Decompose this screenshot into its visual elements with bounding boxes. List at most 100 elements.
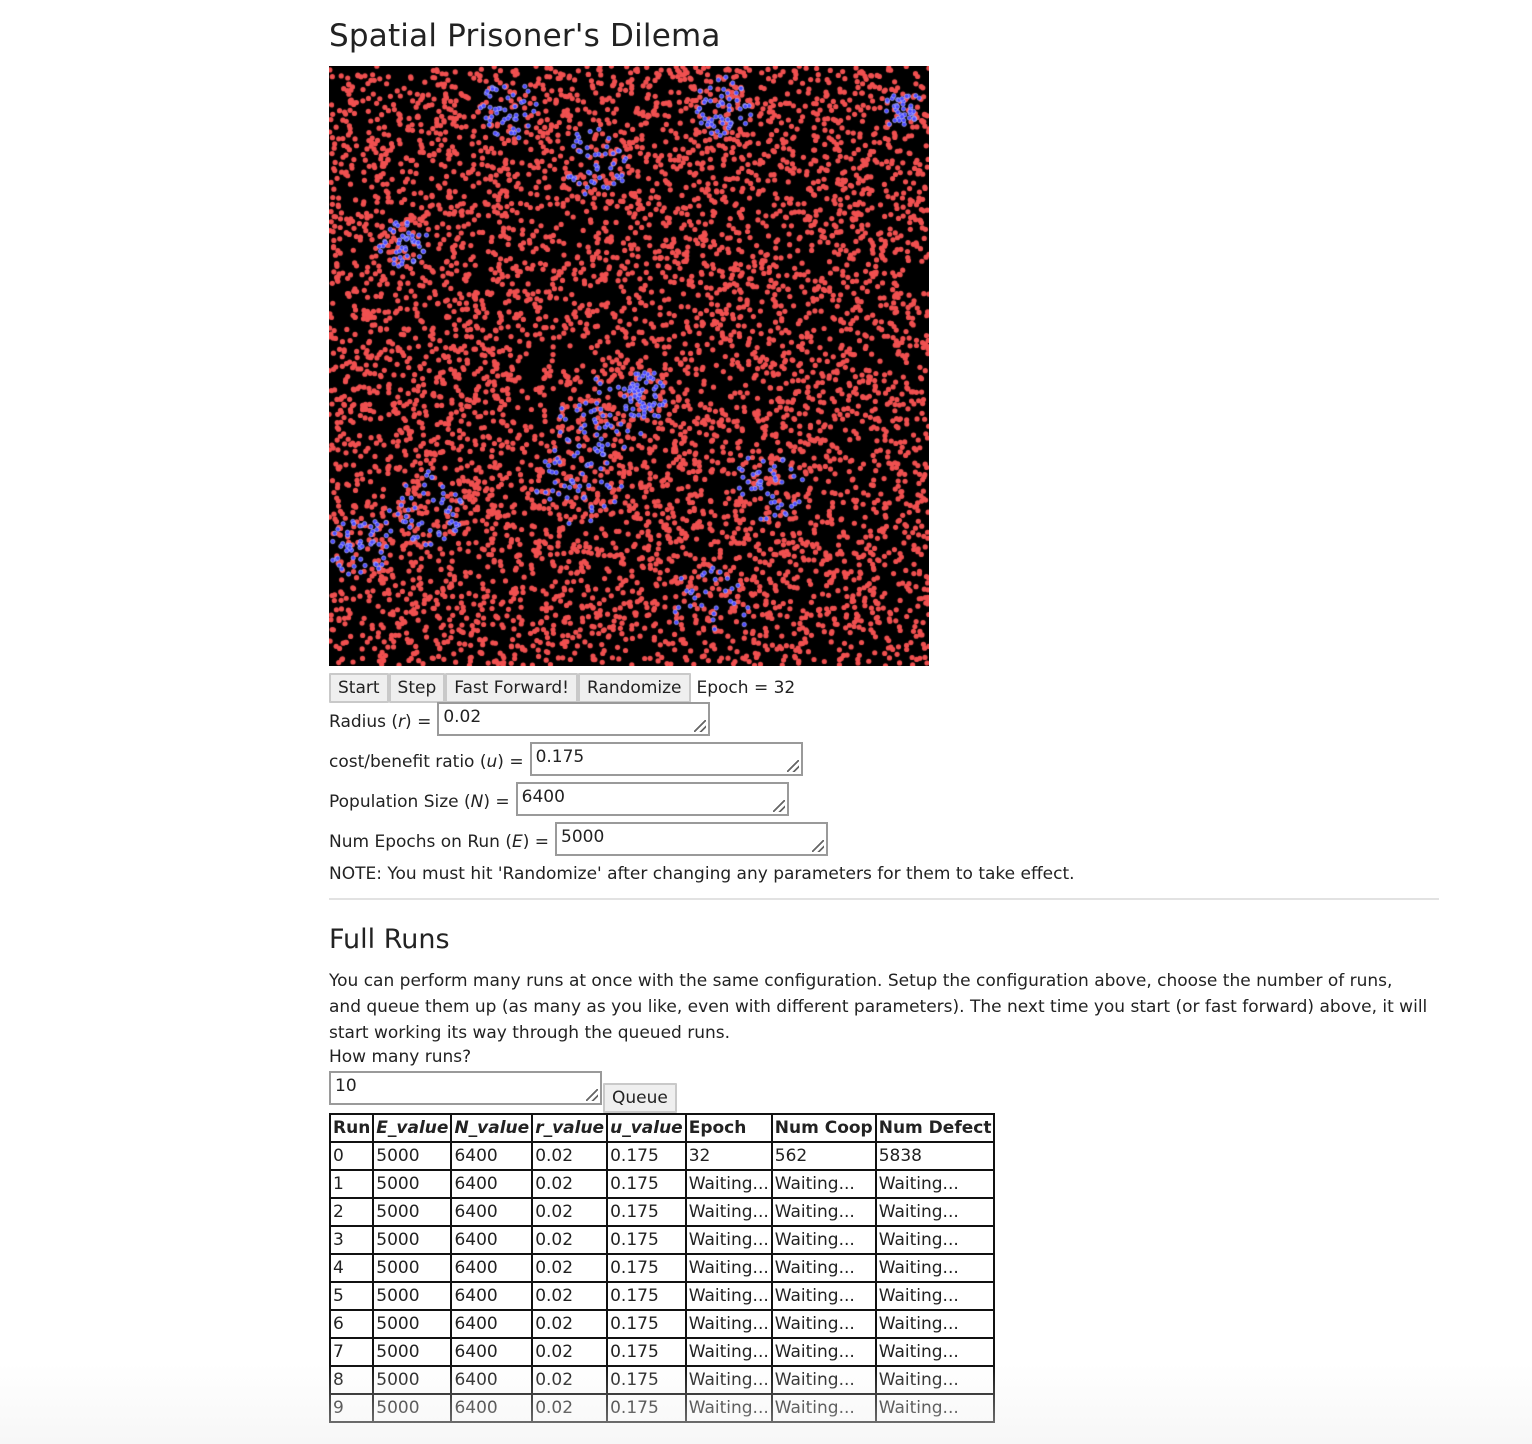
table-cell: 0.175 (606, 1337, 687, 1367)
table-row: 9 5000 6400 0.02 0.175 Waiting... Waiting... Wa… (328, 1393, 996, 1423)
col-e-value: E_value (372, 1113, 453, 1143)
section-divider (329, 898, 1439, 900)
epochs-label: Num Epochs on Run (E) = (329, 832, 550, 852)
start-button[interactable]: Start (329, 673, 389, 703)
table-cell: Waiting... (874, 1309, 996, 1339)
col-epoch: Epoch (684, 1113, 773, 1143)
table-cell: 9 (328, 1393, 375, 1423)
cost-benefit-param: cost/benefit ratio (u) = 0.175 (329, 742, 803, 776)
runs-count-input[interactable]: 10 (329, 1071, 602, 1105)
resize-grip-icon[interactable] (694, 720, 707, 732)
full-runs-heading: Full Runs (329, 924, 450, 955)
table-cell: 0.175 (606, 1281, 687, 1311)
resize-grip-icon[interactable] (812, 840, 825, 852)
runs-table: Run E_value N_value r_value u_value Epoc… (328, 1113, 996, 1423)
table-cell: 5000 (372, 1393, 453, 1423)
table-cell: Waiting... (770, 1197, 877, 1227)
table-cell: Waiting... (770, 1365, 877, 1395)
radius-input[interactable]: 0.02 (437, 702, 711, 736)
table-cell: 6400 (450, 1365, 534, 1395)
table-cell: 5 (328, 1281, 375, 1311)
cost-benefit-input[interactable]: 0.175 (529, 742, 803, 776)
table-cell: 0.175 (606, 1253, 687, 1283)
table-cell: Waiting... (684, 1337, 773, 1367)
table-cell: Waiting... (770, 1337, 877, 1367)
resize-grip-icon[interactable] (772, 800, 785, 812)
table-cell: 8 (328, 1365, 375, 1395)
table-cell: 0.02 (531, 1253, 609, 1283)
table-cell: 32 (684, 1141, 773, 1171)
table-cell: 5000 (372, 1309, 453, 1339)
table-cell: Waiting... (770, 1253, 877, 1283)
cost-benefit-label: cost/benefit ratio (u) = (329, 752, 524, 772)
table-cell: Waiting... (874, 1253, 996, 1283)
table-cell: 1 (328, 1169, 375, 1199)
step-button[interactable]: Step (388, 673, 446, 703)
col-u-value: u_value (606, 1113, 687, 1143)
full-runs-description: You can perform many runs at once with t… (329, 971, 1428, 1043)
table-row: 8 5000 6400 0.02 0.175 Waiting... Waiting... Wa… (328, 1365, 996, 1395)
table-cell: Waiting... (874, 1393, 996, 1423)
how-many-runs-label: How many runs? (329, 1047, 472, 1067)
table-cell: 5000 (372, 1169, 453, 1199)
table-cell: Waiting... (770, 1309, 877, 1339)
table-cell: Waiting... (874, 1281, 996, 1311)
table-cell: 2 (328, 1197, 375, 1227)
table-cell: Waiting... (684, 1225, 773, 1255)
simulation-canvas[interactable] (329, 66, 929, 666)
radius-param: Radius (r) = 0.02 (329, 702, 711, 736)
table-cell: 4 (328, 1253, 375, 1283)
table-cell: Waiting... (684, 1253, 773, 1283)
population-input[interactable]: 6400 (515, 782, 789, 816)
radius-label: Radius (r) = (329, 712, 432, 732)
table-cell: Waiting... (684, 1281, 773, 1311)
table-cell: 0 (328, 1141, 375, 1171)
page-title: Spatial Prisoner's Dilema (329, 18, 721, 54)
table-cell: 0.175 (606, 1169, 687, 1199)
table-cell: 5000 (372, 1253, 453, 1283)
table-cell: 0.175 (606, 1197, 687, 1227)
epochs-input[interactable]: 5000 (555, 822, 829, 856)
table-cell: Waiting... (770, 1169, 877, 1199)
table-row: 3 5000 6400 0.02 0.175 Waiting... Waiting... Wa… (328, 1225, 996, 1255)
table-cell: 6400 (450, 1393, 534, 1423)
table-cell: 562 (770, 1141, 877, 1171)
resize-grip-icon[interactable] (586, 1089, 598, 1101)
table-cell: 6400 (450, 1309, 534, 1339)
table-cell: 0.175 (606, 1393, 687, 1423)
table-header-row: Run E_value N_value r_value u_value Epoc… (328, 1113, 996, 1143)
table-cell: 0.02 (531, 1365, 609, 1395)
table-cell: 7 (328, 1337, 375, 1367)
table-cell: 6400 (450, 1253, 534, 1283)
table-cell: 5000 (372, 1337, 453, 1367)
table-cell: Waiting... (874, 1225, 996, 1255)
table-cell: 0.02 (531, 1225, 609, 1255)
col-n-value: N_value (450, 1113, 534, 1143)
table-cell: 5000 (372, 1365, 453, 1395)
table-row: 1 5000 6400 0.02 0.175 Waiting... Waiting... Wa… (328, 1169, 996, 1199)
fast-forward-button[interactable]: Fast Forward! (445, 673, 578, 703)
epoch-counter: Epoch = 32 (696, 678, 796, 698)
table-cell: 0.175 (606, 1225, 687, 1255)
table-cell: Waiting... (684, 1365, 773, 1395)
control-bar: Start Step Fast Forward! Randomize Epoch… (329, 673, 795, 703)
table-cell: 0.02 (531, 1141, 609, 1171)
col-run: Run (328, 1113, 375, 1143)
resize-grip-icon[interactable] (786, 760, 799, 772)
col-r-value: r_value (531, 1113, 609, 1143)
table-cell: Waiting... (770, 1225, 877, 1255)
table-cell: Waiting... (874, 1197, 996, 1227)
table-cell: 0.02 (531, 1197, 609, 1227)
randomize-button[interactable]: Randomize (578, 673, 691, 703)
table-cell: Waiting... (874, 1337, 996, 1367)
table-row: 5 5000 6400 0.02 0.175 Waiting... Waiting... Wa… (328, 1281, 996, 1311)
table-cell: 5000 (372, 1141, 453, 1171)
population-label: Population Size (N) = (329, 792, 510, 812)
queue-button[interactable]: Queue (603, 1083, 677, 1113)
table-row: 7 5000 6400 0.02 0.175 Waiting... Waiting... Wa… (328, 1337, 996, 1367)
table-cell: Waiting... (770, 1393, 877, 1423)
table-row: 6 5000 6400 0.02 0.175 Waiting... Waiting... Wa… (328, 1309, 996, 1339)
col-num-defect: Num Defect (874, 1113, 996, 1143)
table-cell: 0.02 (531, 1281, 609, 1311)
params-note: NOTE: You must hit 'Randomize' after cha… (329, 864, 1075, 884)
